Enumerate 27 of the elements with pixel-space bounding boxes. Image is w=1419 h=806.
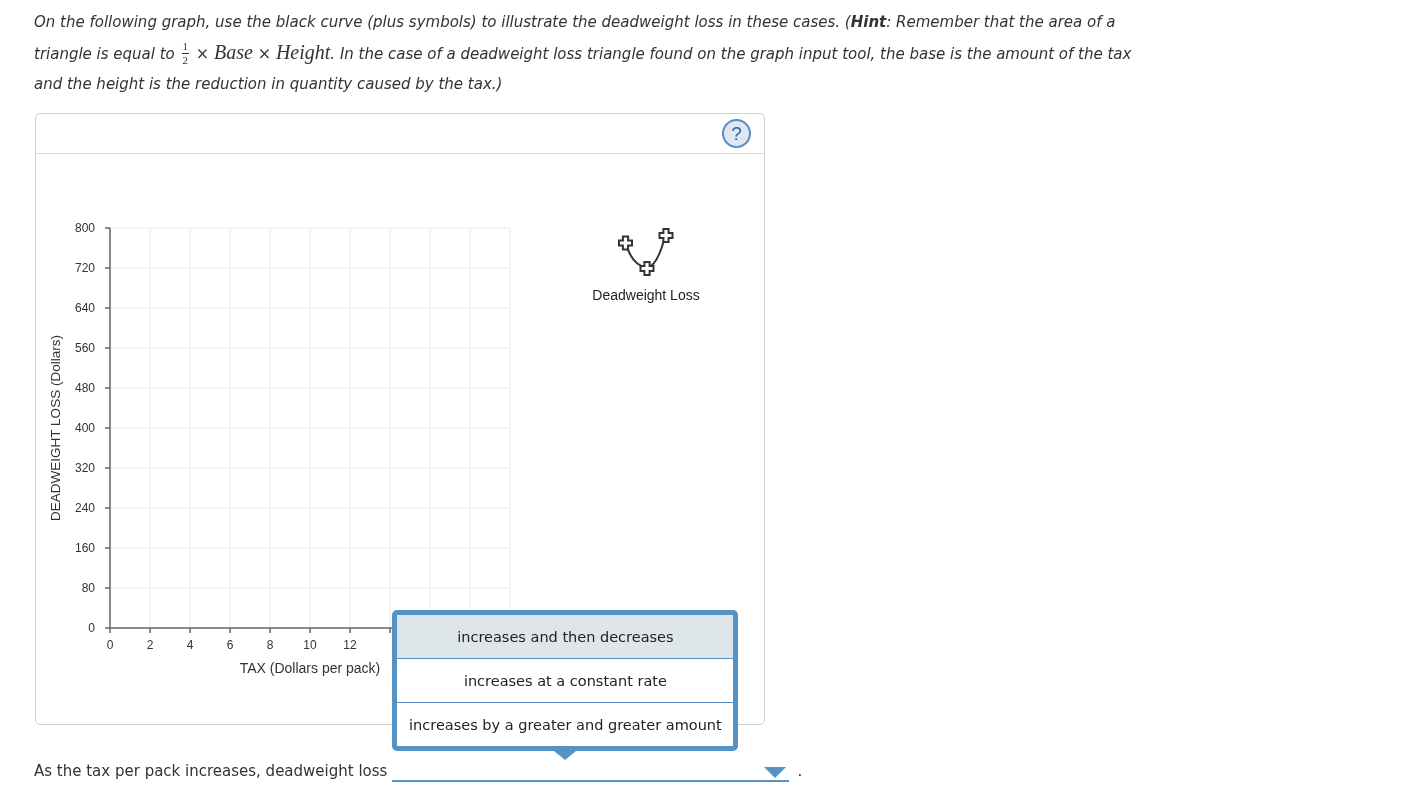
tick-label: 800 [74,221,95,235]
tick-label: 640 [74,301,95,315]
dropdown-option[interactable]: increases and then decreases [397,615,734,658]
caret-icon [764,766,787,778]
help-button[interactable]: ? [722,119,751,148]
tick-label: 240 [74,501,95,515]
tick-label: 10 [303,638,317,652]
tick-label: 320 [74,461,95,475]
tick-label: 0 [106,638,114,652]
tick-label: 2 [146,638,154,652]
deadweight-loss-tool[interactable]: Deadweight Loss [586,227,706,303]
tick-label: 400 [74,421,95,435]
tick-label: 80 [81,581,95,595]
axis-title: TAX (Dollars per pack) [239,660,381,676]
tick-label: 720 [74,261,95,275]
tick-label: 12 [343,638,357,652]
curve-with-plus-markers-icon[interactable] [617,227,675,277]
tick-label: 160 [74,541,95,555]
tick-label: 480 [74,381,95,395]
tick-label: 560 [74,341,95,355]
tick-label: 4 [186,638,194,652]
tick-label: 6 [226,638,234,652]
axis-title: DEADWEIGHT LOSS (Dollars) [48,335,63,521]
tick-label: 0 [88,621,95,635]
sentence-end-text: . [797,761,803,782]
tick-label: 8 [266,638,274,652]
question-text: As the tax per pack increases, deadweight loss [34,761,388,782]
